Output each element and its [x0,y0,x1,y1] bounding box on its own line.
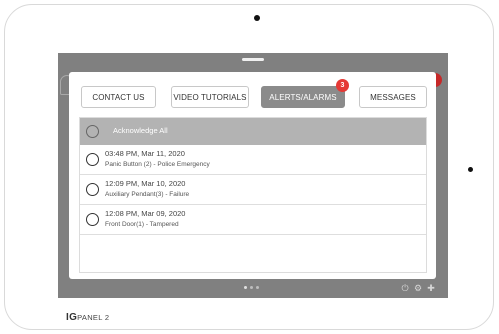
alert-time: 12:09 PM, Mar 10, 2020 [105,179,186,188]
alert-radio[interactable] [86,153,99,166]
tab-bar: CONTACT US VIDEO TUTORIALS ALERTS/ALARMS… [81,79,427,108]
power-icon[interactable]: ⏻ [400,283,410,293]
alert-row[interactable]: 12:09 PM, Mar 10, 2020 Auxiliary Pendant… [80,175,426,205]
tab-contact-us[interactable]: CONTACT US [81,86,156,108]
alert-description: Auxiliary Pendant(3) - Failure [105,191,190,198]
alert-radio[interactable] [86,213,99,226]
status-icons: ⏻ ⚙ ✚ [400,283,442,293]
alerts-dialog: CONTACT US VIDEO TUTORIALS ALERTS/ALARMS… [69,72,436,279]
alerts-list: Acknowledge All 03:48 PM, Mar 11, 2020 P… [79,117,427,273]
tab-video-tutorials[interactable]: VIDEO TUTORIALS [171,86,249,108]
tab-alerts-alarms[interactable]: ALERTS/ALARMS 3 [261,79,349,108]
tab-messages[interactable]: MESSAGES [359,86,427,108]
page-dot[interactable] [244,286,247,289]
alert-row[interactable]: 03:48 PM, Mar 11, 2020 Panic Button (2) … [80,145,426,175]
settings-icon[interactable]: ⚙ [413,283,423,293]
brand-name: PANEL 2 [77,313,110,322]
alert-time: 03:48 PM, Mar 11, 2020 [105,149,185,158]
alert-description: Front Door(1) - Tampered [105,221,179,228]
home-button[interactable] [468,167,473,172]
panel-screen: CONTACT US VIDEO TUTORIALS ALERTS/ALARMS… [58,53,448,298]
drawer-handle[interactable] [242,58,264,61]
acknowledge-all-radio[interactable] [86,125,99,138]
page-dot[interactable] [256,286,259,289]
brand-glyph: IG [66,312,78,323]
alert-row[interactable]: 12:08 PM, Mar 09, 2020 Front Door(1) - T… [80,205,426,235]
page-indicator [244,286,262,290]
acknowledge-all-row[interactable]: Acknowledge All [80,118,426,145]
brand-logo: IGPANEL 2 [66,312,109,323]
alerts-count-badge: 3 [336,79,349,92]
tab-alerts-label: ALERTS/ALARMS [269,93,337,102]
add-icon[interactable]: ✚ [426,283,436,293]
acknowledge-all-label: Acknowledge All [113,126,168,135]
alert-description: Panic Button (2) - Police Emergency [105,161,210,168]
alert-time: 12:08 PM, Mar 09, 2020 [105,209,186,218]
alert-radio[interactable] [86,183,99,196]
camera-icon [254,15,260,21]
page-dot[interactable] [250,286,253,289]
